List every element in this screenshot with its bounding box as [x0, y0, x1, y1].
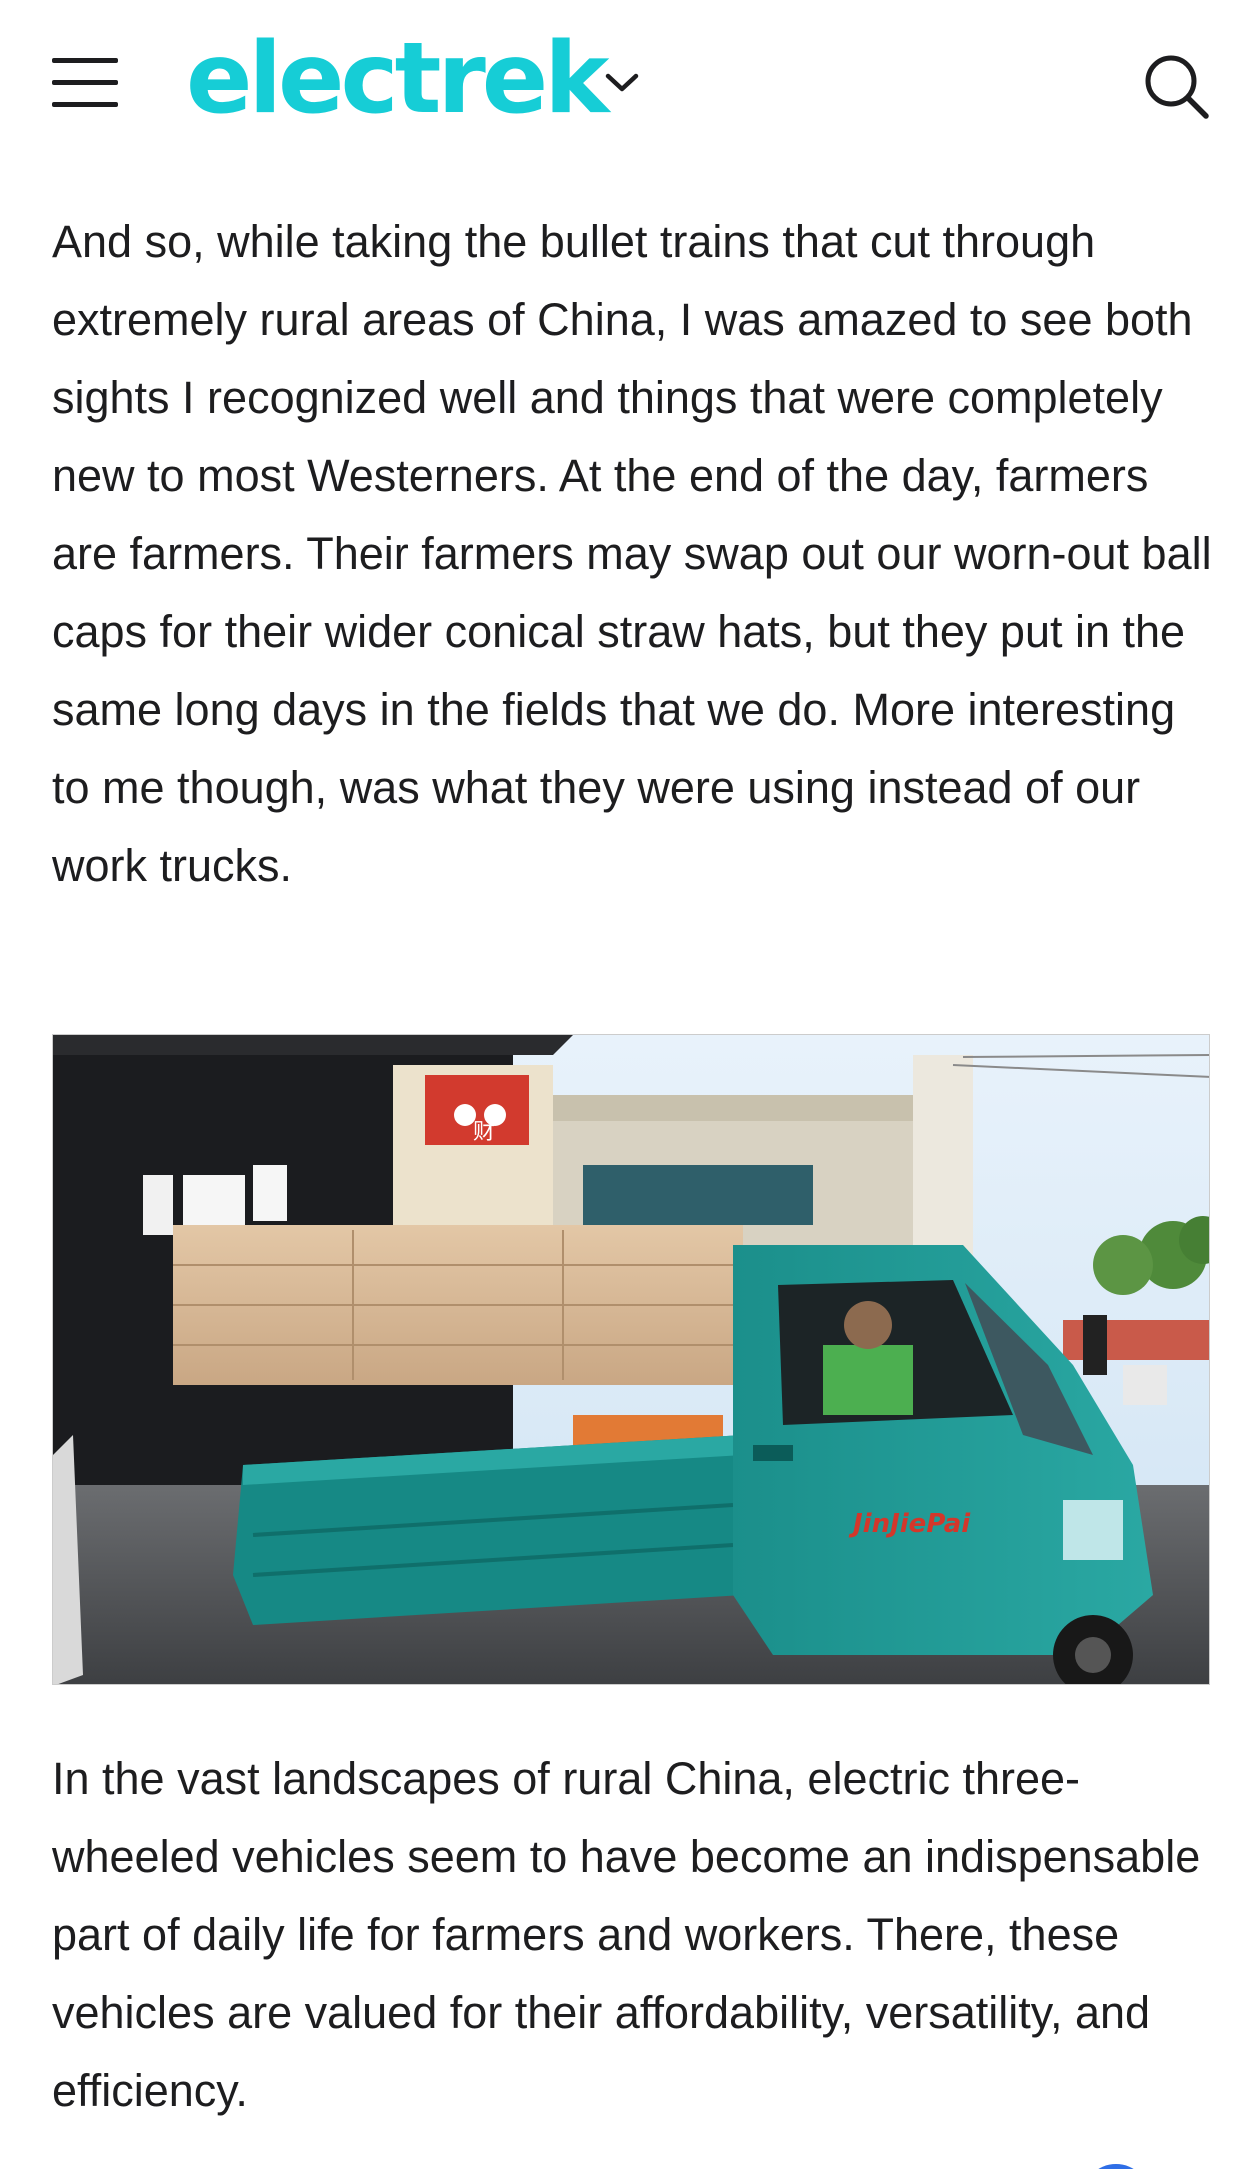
search-icon[interactable]: [1140, 50, 1212, 122]
site-logo[interactable]: electrek: [186, 25, 609, 134]
article-paragraph: And so, while taking the bullet trains t…: [52, 216, 1212, 891]
site-header: electrek: [0, 0, 1256, 170]
hamburger-menu-icon[interactable]: [52, 58, 118, 108]
floating-action-icon[interactable]: [1082, 2148, 1178, 2169]
vehicle-branding: JinJiePai: [848, 1509, 971, 1539]
article-paragraph: In the vast landscapes of rural China, e…: [52, 1753, 1201, 2116]
article-image: JinJiePai 财: [52, 1034, 1210, 1685]
chevron-down-icon[interactable]: [602, 66, 642, 98]
sign-glyph: 财: [473, 1120, 495, 1145]
